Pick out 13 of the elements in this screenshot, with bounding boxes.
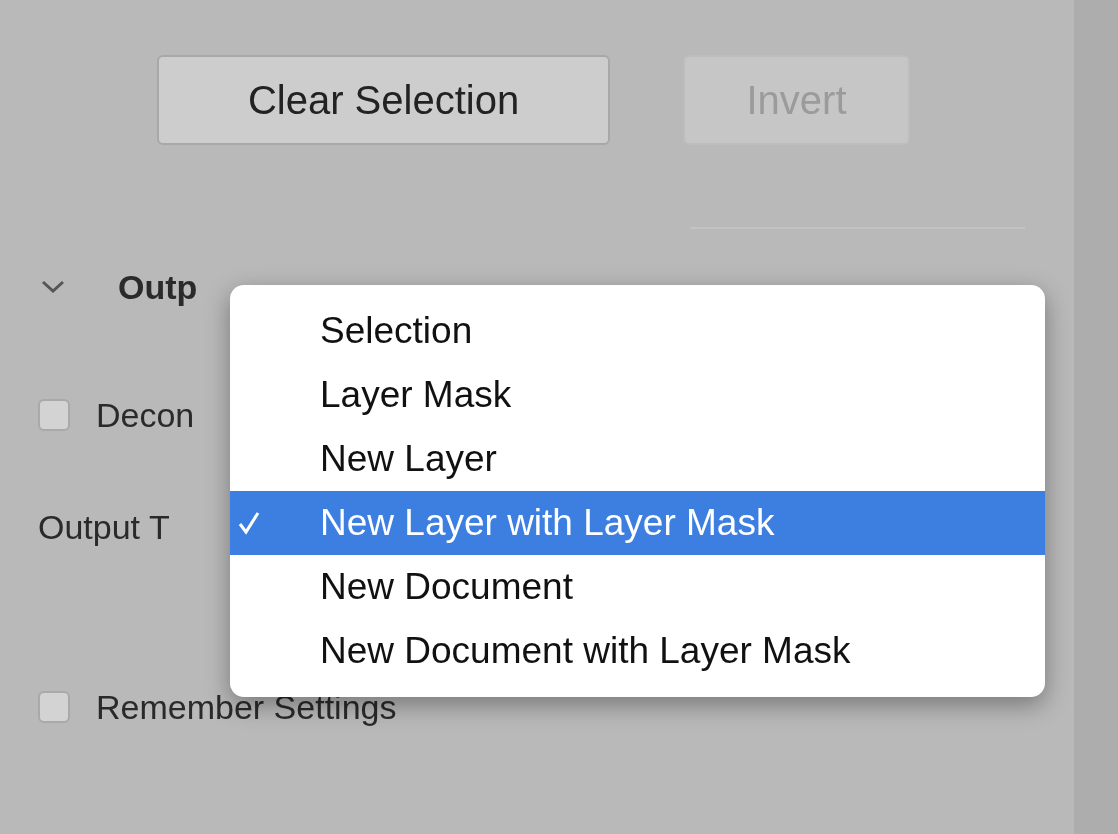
section-title: Outp [118, 267, 198, 307]
menu-item[interactable]: New Layer with Layer Mask [230, 491, 1045, 555]
checkbox-label: Decon [96, 395, 195, 435]
checkbox[interactable] [38, 691, 70, 723]
checkbox[interactable] [38, 399, 70, 431]
menu-item[interactable]: Layer Mask [230, 363, 1045, 427]
checkbox-label: Remember Settings [96, 687, 397, 727]
menu-item[interactable]: New Layer [230, 427, 1045, 491]
menu-item[interactable]: New Document with Layer Mask [230, 619, 1045, 683]
output-to-label: Output T [38, 507, 170, 547]
menu-item[interactable]: Selection [230, 299, 1045, 363]
clear-selection-button[interactable]: Clear Selection [157, 55, 610, 145]
menu-item[interactable]: New Document [230, 555, 1045, 619]
